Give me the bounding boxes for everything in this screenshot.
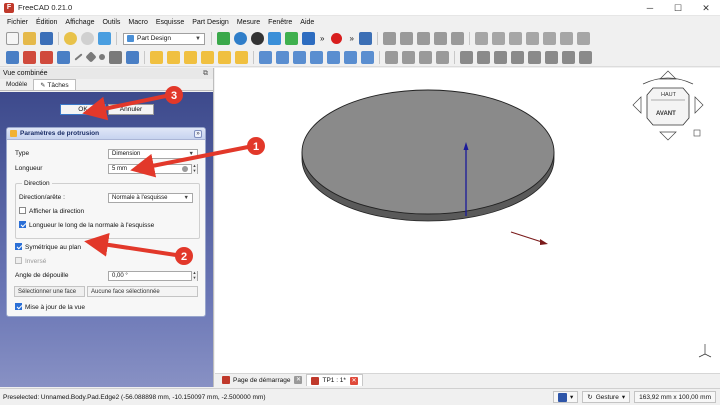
navigation-style-label: Gesture (595, 393, 619, 401)
status-bar: Preselected: Unnamed.Body.Pad.Edge2 (-56… (0, 388, 720, 405)
gesture-icon: ↻ (587, 394, 593, 401)
annotation-number-1: 1 (253, 141, 259, 153)
close-tab-icon[interactable]: ✕ (294, 376, 303, 384)
tab-tp1-label: TP1 : 1* (322, 377, 346, 384)
close-tab-icon[interactable]: ✕ (349, 376, 358, 385)
annotation-arrow-3 (82, 94, 168, 121)
view-mode-button[interactable]: ▾ (552, 391, 579, 403)
chevron-down-icon: ▾ (569, 394, 574, 401)
annotation-number-2: 2 (181, 251, 187, 263)
document-tabs: Page de démarrage ✕ TP1 : 1* ✕ (215, 373, 720, 386)
annotation-overlay: 1 2 3 (82, 86, 265, 265)
navigation-style-icon (557, 392, 567, 402)
annotation-arrow-1 (130, 145, 250, 178)
tab-tp1[interactable]: TP1 : 1* ✕ (306, 374, 363, 386)
annotation-arrow-2 (84, 232, 178, 257)
navigation-style-selector[interactable]: ↻ Gesture ▾ (582, 391, 631, 403)
status-message: Preselected: Unnamed.Body.Pad.Edge2 (-56… (3, 393, 266, 401)
view-dimensions: 163,92 mm x 100,00 mm (634, 391, 716, 403)
freecad-doc-icon (311, 376, 320, 385)
annotation-number-3: 3 (171, 90, 177, 102)
chevron-down-icon: ▾ (621, 394, 626, 401)
tab-start-page-label: Page de démarrage (233, 376, 291, 384)
tab-start-page[interactable]: Page de démarrage ✕ (218, 374, 306, 386)
view-dimensions-value: 163,92 mm x 100,00 mm (639, 393, 711, 401)
status-right: ▾ ↻ Gesture ▾ 163,92 mm x 100,00 mm (552, 391, 716, 403)
freecad-doc-icon (222, 376, 230, 384)
